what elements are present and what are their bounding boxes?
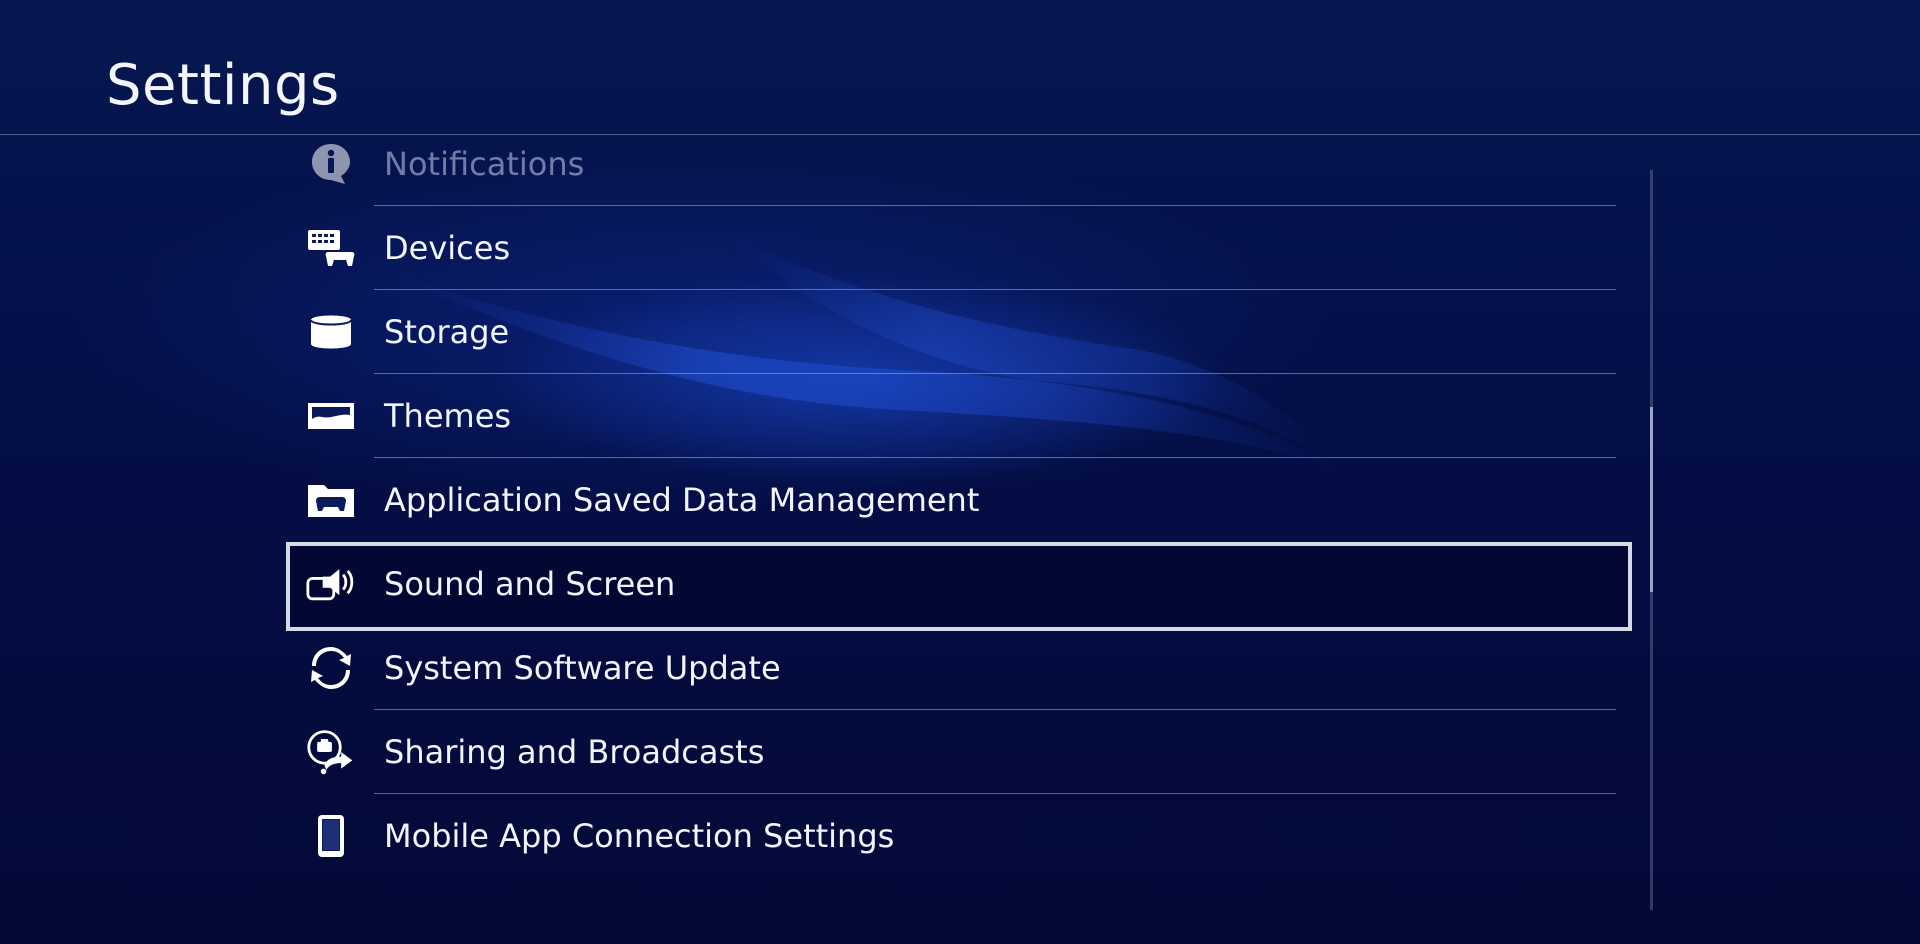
settings-item-label: Sound and Screen [384,565,676,603]
storage-icon [306,310,356,354]
settings-item-label: System Software Update [384,649,781,687]
settings-item-sound-and-screen[interactable]: Sound and Screen [286,542,1632,631]
settings-item-label: Notifications [384,145,585,183]
settings-item-label: Application Saved Data Management [384,481,980,519]
settings-item-mobile-app-connection[interactable]: Mobile App Connection Settings [286,794,1632,878]
settings-item-notifications[interactable]: Notifications [286,122,1632,206]
settings-item-storage[interactable]: Storage [286,290,1632,374]
themes-icon [306,394,356,438]
settings-item-themes[interactable]: Themes [286,374,1632,458]
update-icon [306,646,356,690]
settings-item-sharing-and-broadcasts[interactable]: Sharing and Broadcasts [286,710,1632,794]
devices-icon [306,226,356,270]
saved-data-icon [306,478,356,522]
settings-item-label: Mobile App Connection Settings [384,817,895,855]
sound-screen-icon [306,562,356,606]
header: Settings [0,0,1920,135]
mobile-icon [306,814,356,858]
sharing-icon [306,730,356,775]
settings-item-label: Themes [384,397,512,435]
page-title: Settings [106,53,340,118]
notifications-icon [306,142,356,186]
settings-item-label: Devices [384,229,511,267]
settings-item-devices[interactable]: Devices [286,206,1632,290]
settings-item-application-saved-data[interactable]: Application Saved Data Management [286,458,1632,542]
scrollbar-thumb[interactable] [1650,406,1653,592]
scrollbar-track[interactable] [1650,170,1653,910]
settings-item-label: Storage [384,313,510,351]
settings-item-system-software-update[interactable]: System Software Update [286,626,1632,710]
settings-item-label: Sharing and Broadcasts [384,733,765,771]
